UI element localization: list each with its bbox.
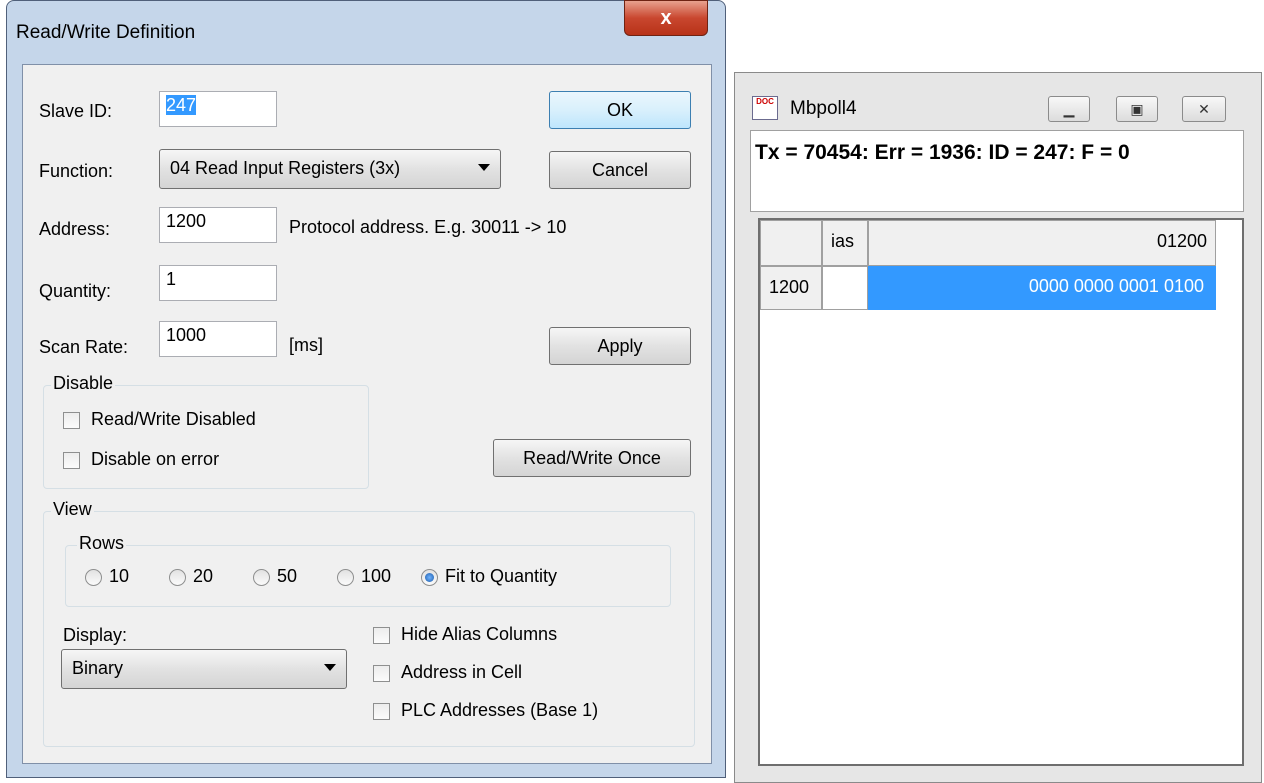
quantity-label: Quantity: [39,281,112,301]
ok-button[interactable]: OK [549,91,691,129]
address-value: 1200 [166,211,207,231]
hide-alias-columns-label: Hide Alias Columns [401,624,558,644]
chevron-down-icon [324,664,336,671]
display-label: Display: [63,625,128,645]
restore-button[interactable]: ▣ [1116,96,1158,122]
value-cell[interactable]: 0000 0000 0001 0100 [868,266,1216,310]
disable-group-title: Disable [51,373,116,394]
close-icon: ✕ [1198,100,1210,117]
mbpoll-window-title: Mbpoll4 [790,98,857,119]
function-label: Function: [39,161,114,181]
display-select[interactable]: Binary [61,649,347,689]
address-hint: Protocol address. E.g. 30011 -> 10 [289,217,567,237]
close-button[interactable]: x [624,0,708,36]
rows-fit-to-quantity-label: Fit to Quantity [445,566,558,586]
hide-alias-columns-checkbox[interactable] [373,627,390,644]
slave-id-value: 247 [166,95,197,115]
restore-icon: ▣ [1130,100,1144,117]
disable-on-error-checkbox[interactable] [63,452,80,469]
plc-addresses-label: PLC Addresses (Base 1) [401,700,599,720]
rows-10-radio[interactable] [85,569,102,586]
close-icon: x [660,6,672,29]
address-input[interactable]: 1200 [159,207,277,243]
function-value: 04 Read Input Registers (3x) [170,158,401,178]
plc-addresses-checkbox[interactable] [373,703,390,720]
slave-id-label: Slave ID: [39,101,113,121]
rows-20-label: 20 [193,566,214,586]
minimize-icon: ▁ [1063,100,1075,117]
rows-100-label: 100 [361,566,392,586]
alias-cell[interactable] [822,266,868,310]
slave-id-input[interactable]: 247 [159,91,277,127]
rows-100-radio[interactable] [337,569,354,586]
rows-20-radio[interactable] [169,569,186,586]
alias-column-header[interactable]: ias [822,220,868,266]
grid-corner-header [760,220,822,266]
cancel-button[interactable]: Cancel [549,151,691,189]
dialog-title: Read/Write Definition [16,22,196,43]
scan-rate-value: 1000 [166,325,207,345]
row-address-header[interactable]: 1200 [760,266,822,310]
dialog-client-area: Slave ID: 247 Function: 04 Read Input Re… [22,64,712,764]
rows-fit-to-quantity-radio[interactable] [421,569,438,586]
read-write-disabled-checkbox[interactable] [63,412,80,429]
address-label: Address: [39,219,111,239]
status-panel: Tx = 70454: Err = 1936: ID = 247: F = 0 [750,130,1244,212]
rows-group-title: Rows [77,533,127,554]
disable-on-error-label: Disable on error [91,449,220,469]
function-select[interactable]: 04 Read Input Registers (3x) [159,149,501,189]
display-value: Binary [72,658,124,678]
rows-50-label: 50 [277,566,298,586]
value-column-header[interactable]: 01200 [868,220,1216,266]
document-icon: DOC [752,96,778,120]
view-group-title: View [51,499,94,520]
chevron-down-icon [478,164,490,171]
read-write-disabled-label: Read/Write Disabled [91,409,256,429]
read-write-once-button[interactable]: Read/Write Once [493,439,691,477]
quantity-input[interactable]: 1 [159,265,277,301]
close-button[interactable]: ✕ [1182,96,1226,122]
disable-group [43,385,369,489]
scan-rate-label: Scan Rate: [39,337,129,357]
scan-rate-input[interactable]: 1000 [159,321,277,357]
minimize-button[interactable]: ▁ [1048,96,1090,122]
rows-50-radio[interactable] [253,569,270,586]
apply-button[interactable]: Apply [549,327,691,365]
quantity-value: 1 [166,269,177,289]
scan-rate-unit: [ms] [289,335,323,355]
register-grid: ias 01200 1200 0000 0000 0001 0100 [758,218,1244,766]
status-line: Tx = 70454: Err = 1936: ID = 247: F = 0 [755,141,1130,164]
rows-10-label: 10 [109,566,130,586]
address-in-cell-label: Address in Cell [401,662,523,682]
address-in-cell-checkbox[interactable] [373,665,390,682]
